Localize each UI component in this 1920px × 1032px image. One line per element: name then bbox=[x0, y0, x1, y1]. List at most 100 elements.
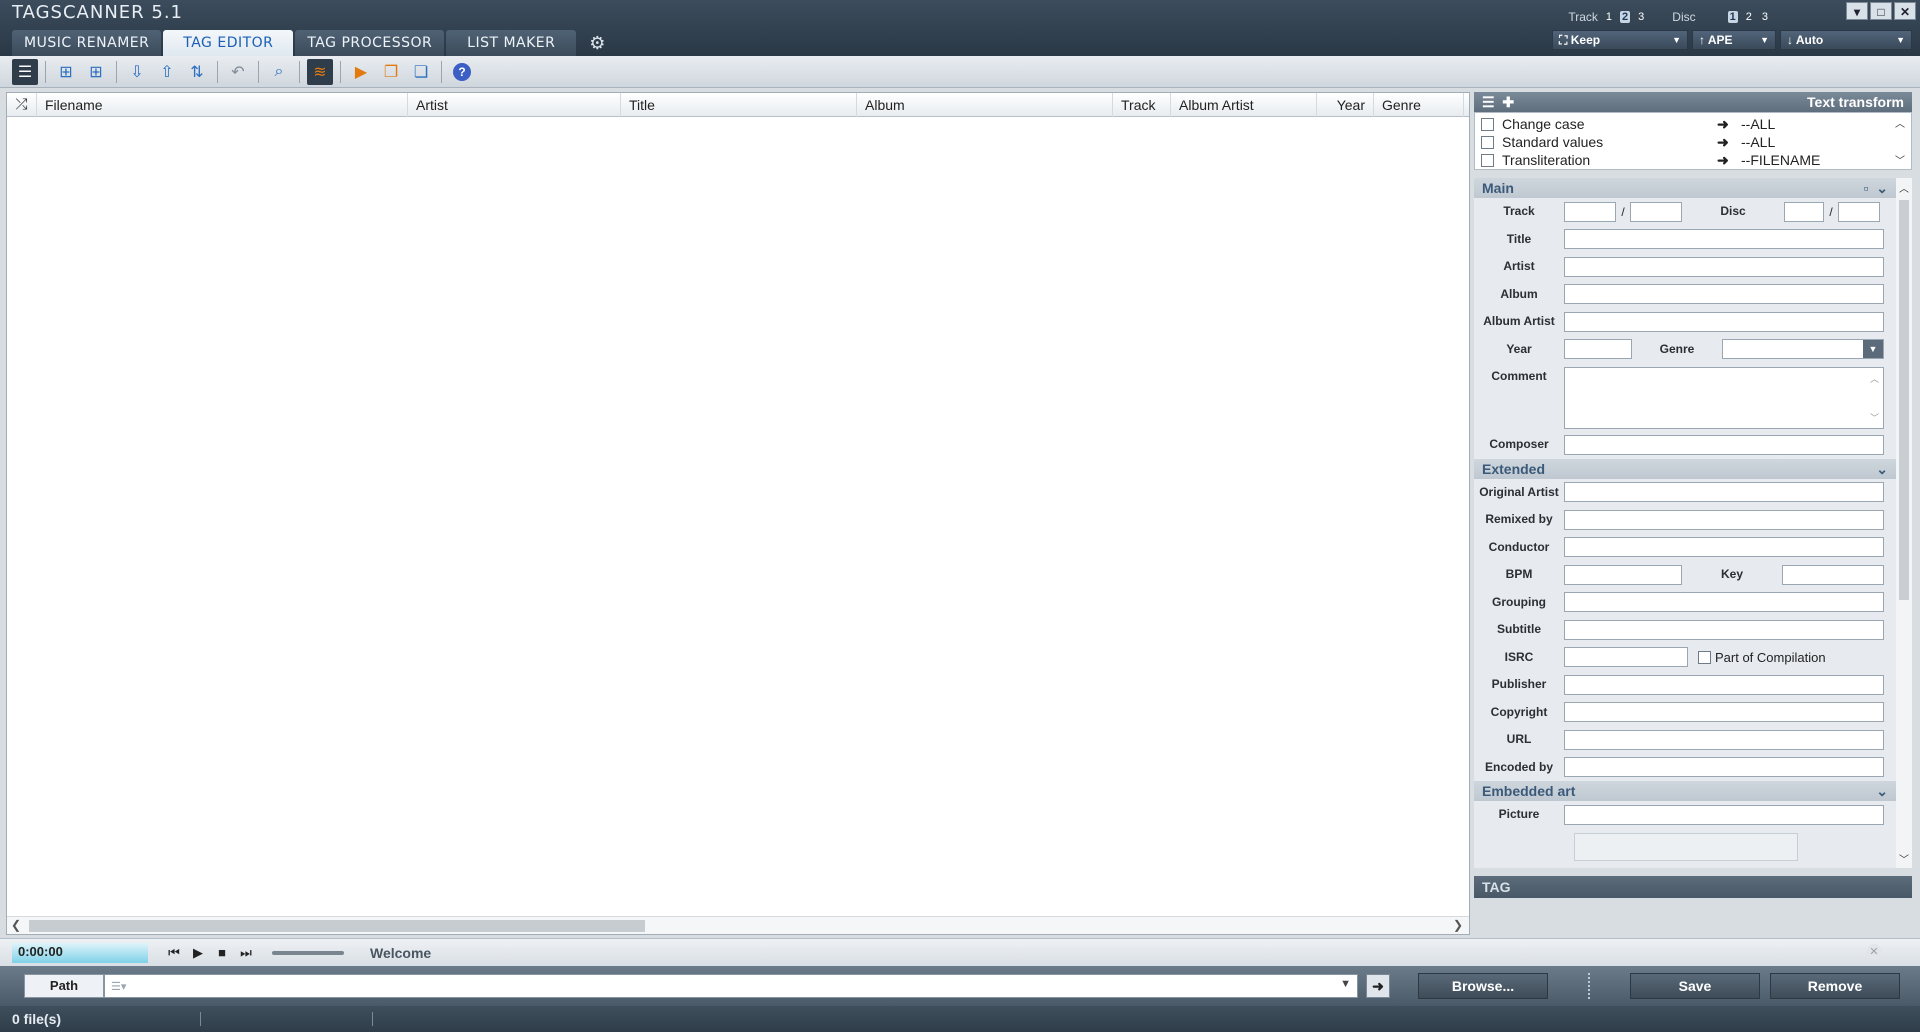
column-genre[interactable]: Genre bbox=[1374, 93, 1464, 117]
move-down-icon[interactable]: ⇩ bbox=[124, 59, 150, 85]
album-input[interactable] bbox=[1564, 284, 1884, 305]
remixed-by-input[interactable] bbox=[1564, 509, 1884, 530]
add-to-playlist-icon[interactable]: ❐ bbox=[378, 59, 404, 85]
isrc-input[interactable] bbox=[1564, 647, 1688, 668]
filter-icon[interactable]: ≋ bbox=[307, 58, 333, 85]
chevron-down-icon[interactable]: ﹀ bbox=[1899, 851, 1909, 866]
move-up-icon[interactable]: ⇧ bbox=[154, 59, 180, 85]
close-icon[interactable]: ✕ bbox=[1894, 2, 1916, 20]
text-transform-item[interactable]: Change case ➜ --ALL bbox=[1475, 115, 1911, 133]
ape-dropdown[interactable]: ↑ APE ▼ bbox=[1692, 30, 1776, 50]
chevron-up-icon[interactable]: ︿ bbox=[1899, 180, 1909, 195]
checkbox[interactable] bbox=[1481, 117, 1494, 131]
chevron-down-icon[interactable]: ⌄ bbox=[1876, 459, 1888, 479]
scrollbar-thumb[interactable] bbox=[29, 920, 645, 932]
url-input[interactable] bbox=[1564, 729, 1884, 750]
checkbox[interactable] bbox=[1481, 153, 1494, 167]
title-input[interactable] bbox=[1564, 229, 1884, 250]
disc-format-1[interactable]: 1 bbox=[1727, 11, 1738, 23]
stop-icon[interactable]: ■ bbox=[210, 945, 234, 960]
disc-total-input[interactable] bbox=[1838, 201, 1880, 222]
picture-input[interactable] bbox=[1564, 804, 1884, 825]
year-input[interactable] bbox=[1564, 339, 1632, 360]
artist-input[interactable] bbox=[1564, 256, 1884, 277]
bpm-input[interactable] bbox=[1564, 564, 1682, 585]
track-format-1[interactable]: 1 bbox=[1604, 11, 1614, 23]
column-artist[interactable]: Artist bbox=[408, 93, 621, 117]
minimize-icon[interactable]: ▾ bbox=[1846, 2, 1868, 20]
next-icon[interactable]: ⏭ bbox=[234, 945, 258, 961]
text-transform-item[interactable]: Standard values ➜ --ALL bbox=[1475, 133, 1911, 151]
chevron-down-icon[interactable]: ﹀ bbox=[1895, 152, 1907, 167]
chevron-down-icon[interactable]: ▼ bbox=[1863, 340, 1883, 359]
column-title[interactable]: Title bbox=[621, 93, 857, 117]
album-artist-input[interactable] bbox=[1564, 311, 1884, 332]
chevron-up-icon[interactable]: ︿ bbox=[1870, 372, 1879, 385]
tab-tag-processor[interactable]: TAG PROCESSOR bbox=[295, 30, 445, 56]
composer-input[interactable] bbox=[1564, 434, 1884, 455]
column-filename[interactable]: Filename bbox=[37, 93, 408, 117]
remove-button[interactable]: Remove bbox=[1770, 973, 1900, 999]
shuffle-icon[interactable]: ⤮ bbox=[7, 93, 37, 117]
original-artist-input[interactable] bbox=[1564, 482, 1884, 503]
history-icon[interactable]: ☰▾ bbox=[111, 980, 126, 993]
track-format-3[interactable]: 3 bbox=[1636, 11, 1646, 23]
previous-icon[interactable]: ⏮ bbox=[162, 945, 186, 961]
grouping-input[interactable] bbox=[1564, 592, 1884, 613]
chevron-down-icon[interactable]: ⌄ bbox=[1876, 180, 1888, 196]
conductor-input[interactable] bbox=[1564, 537, 1884, 558]
restore-icon[interactable]: ▫ bbox=[1864, 180, 1869, 196]
browse-button[interactable]: Browse... bbox=[1418, 973, 1548, 999]
text-transform-item[interactable]: Transliteration ➜ --FILENAME bbox=[1475, 151, 1911, 169]
section-extended-header[interactable]: Extended ⌄ bbox=[1474, 458, 1896, 479]
scroll-left-icon[interactable]: ❮ bbox=[11, 918, 21, 932]
add-icon[interactable]: ✚ bbox=[1502, 94, 1514, 110]
track-total-input[interactable] bbox=[1630, 201, 1682, 222]
checkbox[interactable] bbox=[1698, 650, 1711, 664]
horizontal-scrollbar[interactable]: ❮ ❯ bbox=[7, 916, 1469, 934]
copy-files-icon[interactable]: ❏ bbox=[408, 59, 434, 85]
publisher-input[interactable] bbox=[1564, 674, 1884, 695]
encoded-by-input[interactable] bbox=[1564, 757, 1884, 778]
save-button[interactable]: Save bbox=[1630, 973, 1760, 999]
sort-icon[interactable]: ⇅ bbox=[184, 59, 210, 85]
grid-icon[interactable]: ⊞ bbox=[83, 59, 109, 85]
close-icon[interactable]: ✕ bbox=[1866, 944, 1882, 960]
chevron-down-icon[interactable]: ﹀ bbox=[1870, 411, 1879, 424]
disc-input[interactable] bbox=[1784, 201, 1824, 222]
list-icon[interactable]: ☰ bbox=[1482, 94, 1495, 110]
volume-slider[interactable] bbox=[272, 950, 344, 955]
track-format-2[interactable]: 2 bbox=[1620, 11, 1631, 23]
checkbox[interactable] bbox=[1481, 135, 1494, 149]
picture-preview[interactable] bbox=[1574, 832, 1798, 861]
chevron-down-icon[interactable]: ▼ bbox=[1340, 978, 1351, 990]
key-input[interactable] bbox=[1782, 564, 1884, 585]
track-input[interactable] bbox=[1564, 201, 1616, 222]
tab-list-maker[interactable]: List maker bbox=[446, 30, 577, 56]
play-icon[interactable]: ▶ bbox=[186, 945, 210, 961]
text-transform-scrollbar[interactable]: ︿ ﹀ bbox=[1895, 115, 1907, 167]
disc-format-3[interactable]: 3 bbox=[1760, 11, 1770, 23]
settings-gear-icon[interactable]: ⚙ bbox=[584, 30, 610, 56]
comment-textarea[interactable]: ︿ ﹀ bbox=[1564, 367, 1884, 429]
disc-format-2[interactable]: 2 bbox=[1744, 11, 1754, 23]
tag-section-bar[interactable]: TAG bbox=[1474, 876, 1912, 898]
column-track[interactable]: Track bbox=[1113, 93, 1171, 117]
auto-dropdown[interactable]: ↓ Auto ▼ bbox=[1780, 30, 1912, 50]
tab-music-renamer[interactable]: Music renamer bbox=[12, 30, 162, 56]
part-of-compilation-checkbox[interactable]: Part of Compilation bbox=[1698, 650, 1826, 665]
column-album-artist[interactable]: Album Artist bbox=[1171, 93, 1317, 117]
column-year[interactable]: Year bbox=[1317, 93, 1374, 117]
help-icon[interactable]: ? bbox=[449, 59, 475, 85]
keep-dropdown[interactable]: ⛶ Keep ▼ bbox=[1552, 30, 1688, 50]
genre-select[interactable]: ▼ bbox=[1722, 339, 1884, 360]
section-main-header[interactable]: Main ▫ ⌄ bbox=[1474, 178, 1896, 198]
column-album[interactable]: Album bbox=[857, 93, 1113, 117]
subtitle-input[interactable] bbox=[1564, 619, 1884, 640]
go-arrow-icon[interactable]: ➜ bbox=[1366, 974, 1390, 998]
play-file-icon[interactable]: ▶ bbox=[348, 59, 374, 85]
path-input[interactable]: ☰▾ ▼ bbox=[104, 974, 1358, 998]
scrollbar-thumb[interactable] bbox=[1899, 200, 1909, 600]
copyright-input[interactable] bbox=[1564, 702, 1884, 723]
select-all-icon[interactable]: ⊞ bbox=[53, 59, 79, 85]
